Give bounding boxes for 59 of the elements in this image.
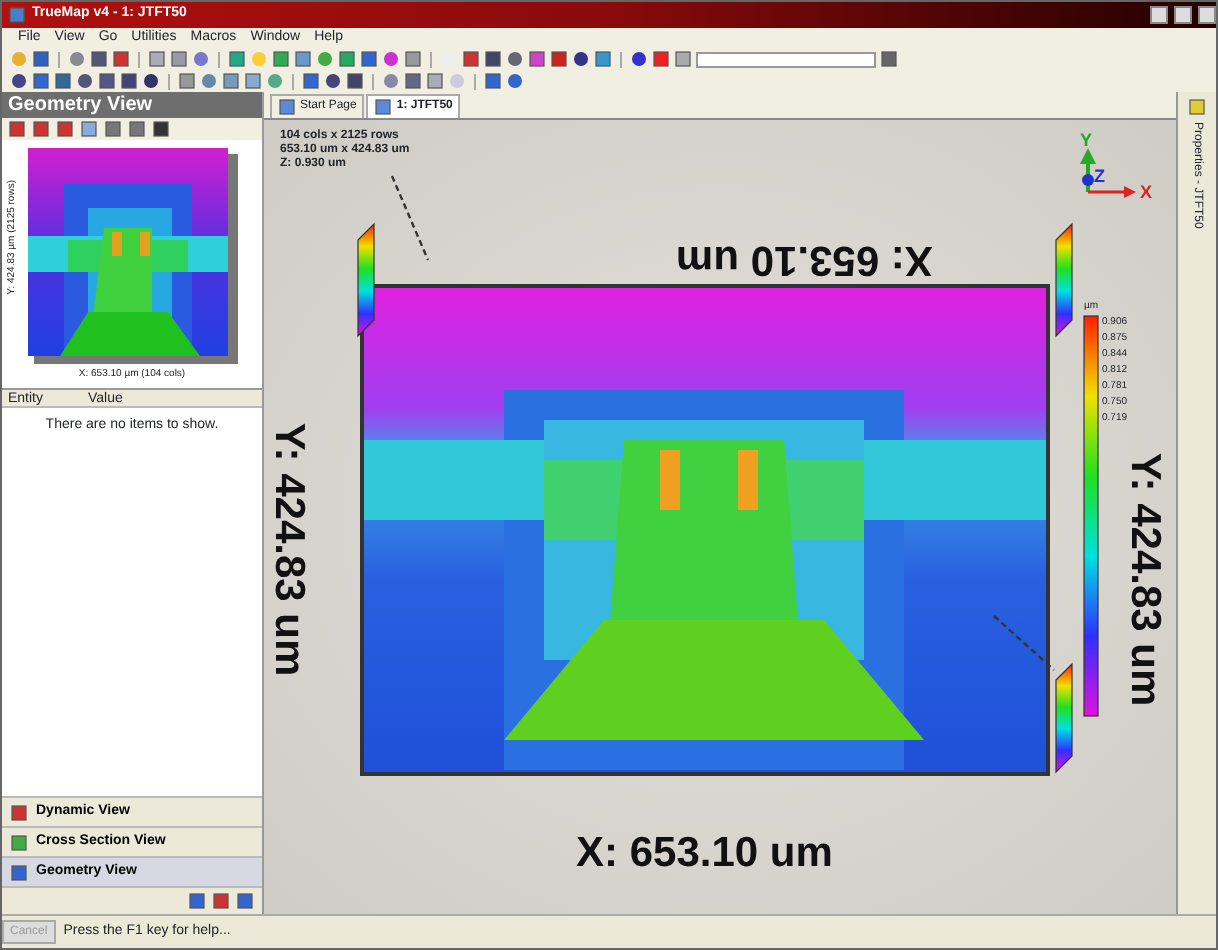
toolbar-button[interactable] <box>462 50 480 68</box>
dimension-label: X: 653.10 um <box>676 235 933 287</box>
page-icon <box>374 98 393 116</box>
toolbar-button[interactable] <box>346 72 364 90</box>
maximize-button[interactable] <box>1174 6 1192 24</box>
toolbar-button[interactable] <box>528 50 546 68</box>
toolbar-button[interactable] <box>484 50 502 68</box>
dimension-label: Y: 424.83 um <box>263 422 314 677</box>
toolbar-button[interactable] <box>152 120 170 138</box>
toolbar-button[interactable] <box>236 892 254 910</box>
toolbar-button[interactable] <box>880 50 898 68</box>
toolbar-button[interactable] <box>54 72 72 90</box>
toolbar-button[interactable] <box>8 120 26 138</box>
toolbar-button[interactable] <box>112 50 130 68</box>
axis-label: X <box>1140 180 1153 206</box>
toolbar-button[interactable] <box>630 50 648 68</box>
axis-label: Y <box>1080 128 1093 154</box>
toolbar-button[interactable] <box>98 72 116 90</box>
color-wedge-drawing <box>1055 222 1073 338</box>
toolbar-button[interactable] <box>594 50 612 68</box>
minimize-button[interactable] <box>1150 6 1168 24</box>
toolbar-button[interactable] <box>32 50 50 68</box>
toolbar-button[interactable] <box>324 72 342 90</box>
dimension-label: Y: 424.83 um <box>1119 452 1170 707</box>
color-wedge-drawing <box>1055 662 1073 774</box>
toolbar-button[interactable] <box>10 72 28 90</box>
toolbar-button[interactable] <box>360 50 378 68</box>
page-icon <box>278 98 296 116</box>
toolbar-button[interactable] <box>404 72 422 90</box>
toolbar-button[interactable] <box>56 120 74 138</box>
toolbar-button[interactable] <box>652 50 670 68</box>
toolbar-button[interactable] <box>76 72 94 90</box>
toolbar-button[interactable] <box>506 50 524 68</box>
toolbar-button[interactable] <box>32 72 50 90</box>
axis-triad-drawing <box>1080 148 1136 198</box>
toolbar-button[interactable] <box>572 50 590 68</box>
dimension-label: X: 653.10 um <box>576 828 833 880</box>
toolbar-button[interactable] <box>302 72 320 90</box>
toolbar-button[interactable] <box>142 72 160 90</box>
axis-label: Z <box>1094 164 1105 190</box>
panel-title: Geometry View <box>2 92 262 118</box>
tool-icon <box>880 50 898 68</box>
color-wedge-drawing <box>357 222 375 338</box>
toolbar-button[interactable] <box>128 120 146 138</box>
toolbar-button[interactable] <box>484 72 502 90</box>
leader-line <box>993 615 1055 671</box>
toolbar-combo-field[interactable] <box>696 51 876 67</box>
toolbar-button[interactable] <box>32 120 50 138</box>
app-icon <box>8 6 26 24</box>
toolbar-button[interactable] <box>188 892 206 910</box>
toolbar-button[interactable] <box>212 892 230 910</box>
toolbar-button[interactable] <box>550 50 568 68</box>
leader-line <box>390 175 430 261</box>
toolbar-button[interactable] <box>506 72 524 90</box>
close-button[interactable] <box>1198 6 1216 24</box>
toolbar-button[interactable] <box>120 72 138 90</box>
toolbar-button[interactable] <box>90 50 108 68</box>
properties-icon <box>1188 98 1206 116</box>
toolbar-button[interactable] <box>104 120 122 138</box>
